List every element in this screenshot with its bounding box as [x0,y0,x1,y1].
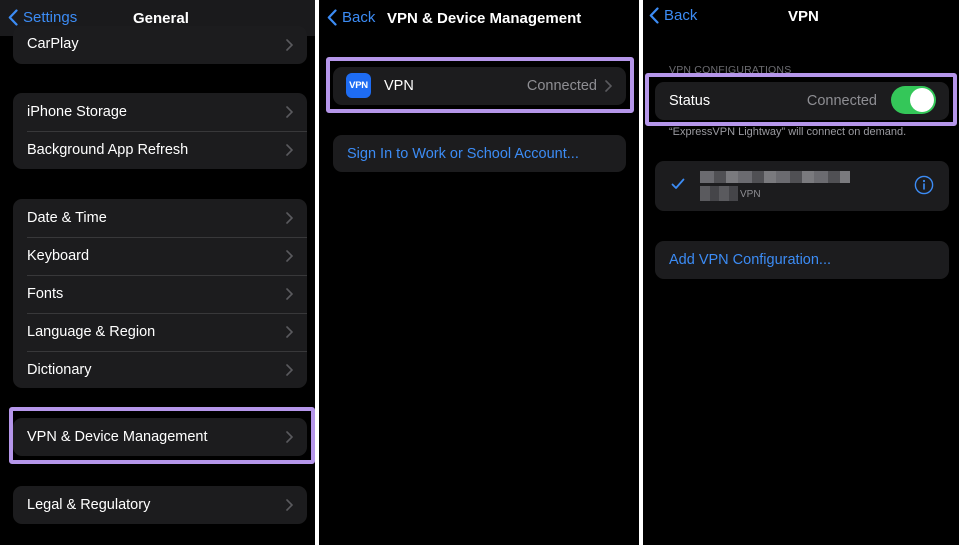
chevron-right-icon [286,250,293,262]
settings-row-carplay[interactable]: CarPlay [13,26,307,64]
chevron-left-icon [327,9,337,26]
settings-row-dictionary[interactable]: Dictionary [13,351,307,388]
row-label: VPN & Device Management [27,429,208,445]
chevron-left-icon [8,9,18,26]
back-button-settings-overlay[interactable]: Settings [8,9,77,26]
settings-row-language-region[interactable]: Language & Region [13,313,307,351]
back-label: Settings [23,9,78,26]
row-label: Keyboard [27,248,90,264]
row-label: CarPlay [27,36,79,52]
settings-row-background-app-refresh[interactable]: Background App Refresh [13,131,307,169]
vpn-group: VPN Connected [333,67,626,105]
settings-row-date-time[interactable]: Date & Time [13,199,307,237]
config-type-label: VPN [740,189,761,200]
vpn-panel: Back VPN VPN CONFIGURATIONS Status Conne… [643,0,959,545]
chevron-right-icon [286,326,293,338]
toggle-knob [910,88,934,112]
redacted-config-name [700,171,850,183]
add-config-group: Add VPN Configuration... [655,241,949,279]
page-title: VPN [788,8,819,25]
settings-row-fonts[interactable]: Fonts [13,275,307,313]
general-settings-panel: Settings General CarPlay Settings Genera… [0,0,315,545]
chevron-right-icon [286,144,293,156]
row-label: iPhone Storage [27,104,127,120]
row-label: Language & Region [27,324,156,340]
add-config-label: Add VPN Configuration... [669,252,832,268]
status-label: Status [669,93,711,109]
settings-row-iphone-storage[interactable]: iPhone Storage [13,93,307,131]
back-button[interactable]: Back [327,9,375,26]
nav-bar: Back VPN & Device Management [319,0,639,36]
settings-row-keyboard[interactable]: Keyboard [13,237,307,275]
on-demand-note: “ExpressVPN Lightway” will connect on de… [669,126,907,138]
sign-in-work-school-button[interactable]: Sign In to Work or School Account... [333,135,626,172]
checkmark-icon [671,178,685,189]
back-label: Back [342,9,376,26]
nav-bar: Back VPN [643,0,959,36]
chevron-right-icon [286,364,293,376]
settings-row-vpn-device-management[interactable]: VPN & Device Management [13,418,307,456]
page-title-overlay: General [133,10,189,27]
row-label: Date & Time [27,210,107,226]
account-group: Sign In to Work or School Account... [333,135,626,172]
add-vpn-configuration-button[interactable]: Add VPN Configuration... [655,241,949,279]
chevron-right-icon [286,499,293,511]
vpn-device-group: VPN & Device Management [13,418,307,456]
info-circle-icon[interactable] [914,175,934,195]
vpn-app-icon: VPN [346,73,371,98]
sign-in-label: Sign In to Work or School Account... [347,145,579,162]
carplay-group: CarPlay [13,26,307,64]
back-label: Back [664,7,698,24]
chevron-right-icon [286,431,293,443]
status-value: Connected [806,93,877,109]
storage-group: iPhone Storage Background App Refresh [13,93,307,169]
vpn-status-value: Connected [526,78,597,94]
vpn-status-toggle[interactable] [891,86,936,114]
chevron-right-icon [286,288,293,300]
legal-group: Legal & Regulatory [13,486,307,524]
row-label: VPN [384,78,414,94]
row-label: Dictionary [27,362,92,378]
row-label: Fonts [27,286,64,302]
datetime-group: Date & Time Keyboard Fonts Language & Re… [13,199,307,388]
chevron-right-icon [286,106,293,118]
chevron-right-icon [286,39,293,51]
settings-row-legal-regulatory[interactable]: Legal & Regulatory [13,486,307,524]
chevron-right-icon [605,80,612,92]
vpn-device-management-panel: Back VPN & Device Management VPN Connect… [319,0,639,545]
chevron-left-icon [649,7,659,24]
chevron-right-icon [286,212,293,224]
section-header: VPN CONFIGURATIONS [669,64,792,76]
redacted-config-prefix [700,186,738,201]
vpn-row[interactable]: VPN Connected [333,67,626,105]
row-label: Legal & Regulatory [27,497,151,513]
row-label: Background App Refresh [27,142,189,158]
back-button[interactable]: Back [649,7,697,24]
page-title: VPN & Device Management [387,10,582,27]
